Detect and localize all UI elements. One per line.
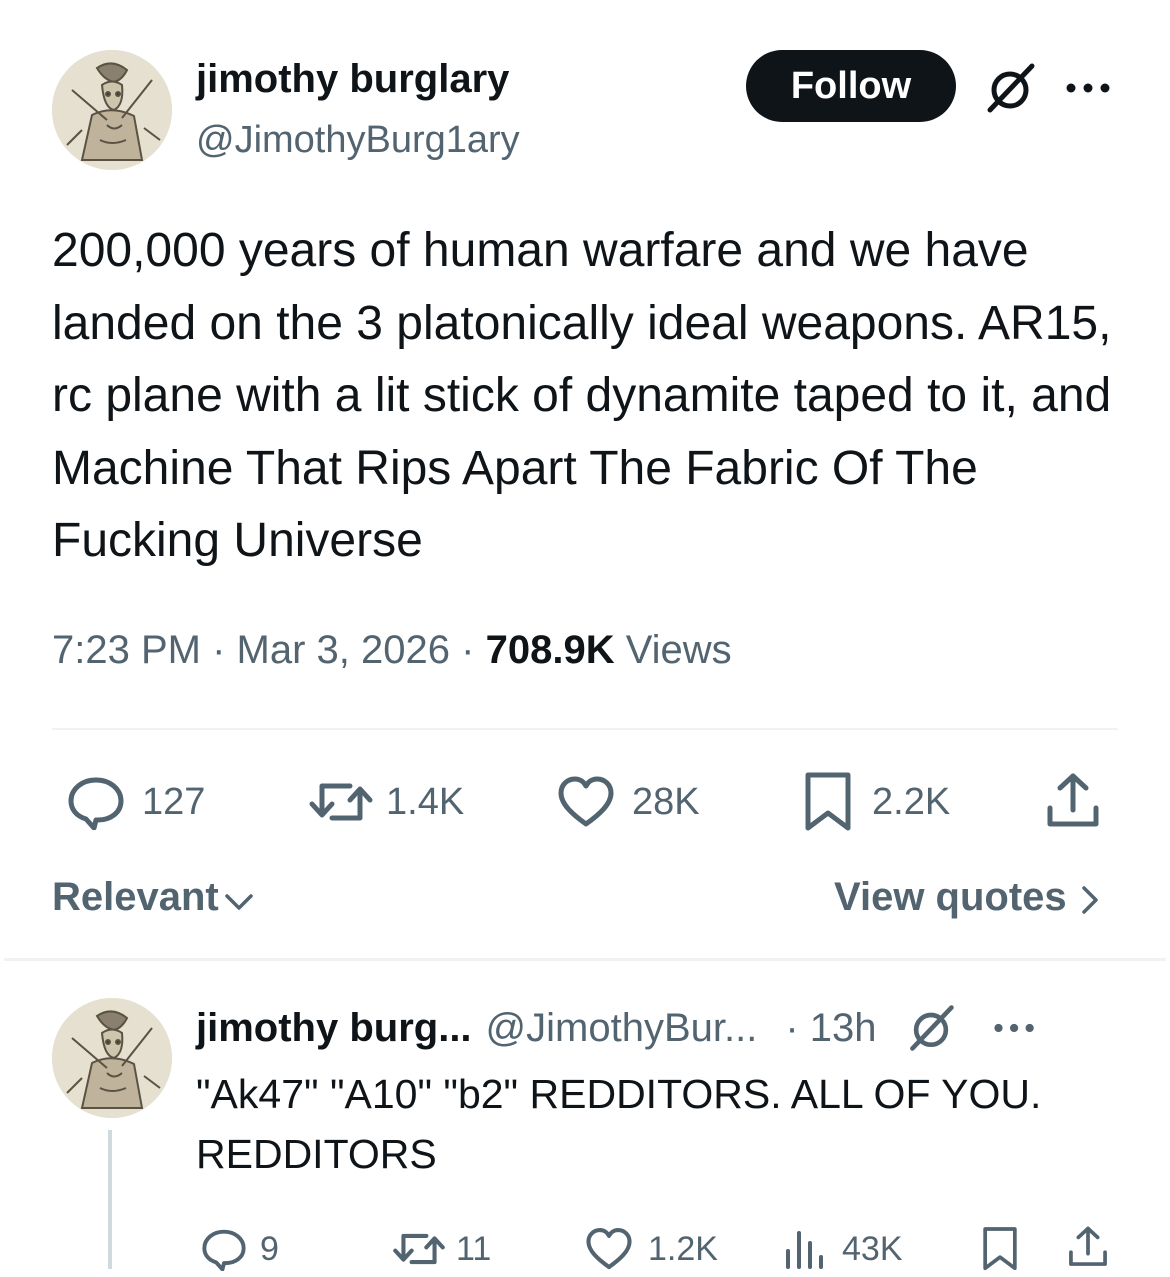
chevron-right-icon — [1081, 886, 1098, 914]
reposts-count: 1.4K — [386, 780, 465, 823]
reply-like-button[interactable]: 1.2K — [584, 1226, 718, 1272]
reply-repost-button[interactable]: 11 — [392, 1226, 491, 1272]
meta-separator: · — [461, 628, 475, 672]
view-quotes-label: View quotes — [834, 874, 1067, 919]
share-icon[interactable] — [1044, 770, 1102, 832]
reply-reply-button[interactable]: 9 — [200, 1226, 279, 1272]
tweet-meta: 7:23 PM · Mar 3, 2026 · 708.9K Views — [52, 622, 732, 678]
tweet-time[interactable]: 7:23 PM — [52, 628, 201, 672]
chevron-down-icon — [225, 894, 253, 910]
grok-icon[interactable] — [905, 1002, 957, 1054]
reply-bookmark-button[interactable] — [980, 1226, 1020, 1272]
reply-share-button[interactable] — [1066, 1224, 1110, 1270]
repost-icon — [309, 783, 373, 821]
more-icon[interactable] — [1064, 76, 1114, 100]
bookmark-icon — [983, 1227, 1017, 1271]
bookmarks-count: 2.2K — [872, 780, 951, 823]
more-icon[interactable] — [991, 1017, 1039, 1039]
reply-icon — [202, 1229, 246, 1271]
reply-likes-count: 1.2K — [648, 1229, 718, 1268]
follow-button[interactable]: Follow — [746, 50, 956, 122]
bookmark-icon — [805, 772, 851, 831]
like-icon — [558, 776, 614, 827]
author-name[interactable]: jimothy burglary — [196, 56, 509, 102]
engraving-avatar-icon — [52, 50, 172, 170]
sort-relevant-dropdown[interactable]: Relevant — [52, 872, 255, 922]
reply-button[interactable]: 127 — [66, 772, 205, 832]
author-handle[interactable]: @JimothyBurg1ary — [196, 118, 520, 162]
author-avatar[interactable] — [52, 50, 172, 170]
view-quotes-link[interactable]: View quotes — [834, 872, 1103, 922]
reply-author-name[interactable]: jimothy burg... — [196, 1006, 472, 1051]
repost-icon — [393, 1233, 445, 1265]
tweet-text: 200,000 years of human warfare and we ha… — [52, 224, 1125, 567]
views-count: 708.9K — [485, 628, 615, 672]
reply-header: jimothy burg... @JimothyBur... · 13h — [196, 1000, 1156, 1056]
reply-time[interactable]: · 13h — [785, 1006, 876, 1051]
meta-separator: · — [212, 628, 226, 672]
reply-reposts-count: 11 — [456, 1229, 492, 1268]
bookmark-button[interactable]: 2.2K — [802, 770, 950, 834]
engraving-avatar-icon — [52, 998, 172, 1118]
reply-icon — [68, 777, 124, 830]
like-button[interactable]: 28K — [556, 772, 700, 832]
reply-author-avatar[interactable] — [52, 998, 172, 1118]
reply-author-handle[interactable]: @JimothyBur... — [486, 1006, 758, 1051]
reply-views-button[interactable]: 43K — [784, 1226, 903, 1272]
divider — [52, 728, 1118, 730]
reply-replies-count: 9 — [260, 1229, 279, 1268]
tweet-date[interactable]: Mar 3, 2026 — [237, 628, 450, 672]
reply-text: "Ak47" "A10" "b2" REDDITORS. ALL OF YOU.… — [196, 1071, 1042, 1177]
like-icon — [586, 1228, 632, 1270]
grok-icon[interactable] — [982, 60, 1038, 116]
likes-count: 28K — [632, 780, 700, 823]
reply-views-count: 43K — [842, 1229, 903, 1268]
replies-count: 127 — [142, 780, 206, 823]
repost-button[interactable]: 1.4K — [308, 772, 464, 832]
relevant-label: Relevant — [52, 874, 219, 919]
thread-line — [108, 1130, 112, 1269]
views-icon — [786, 1231, 823, 1269]
views-label: Views — [625, 628, 732, 672]
section-divider — [4, 958, 1166, 961]
share-icon — [1069, 1226, 1107, 1266]
